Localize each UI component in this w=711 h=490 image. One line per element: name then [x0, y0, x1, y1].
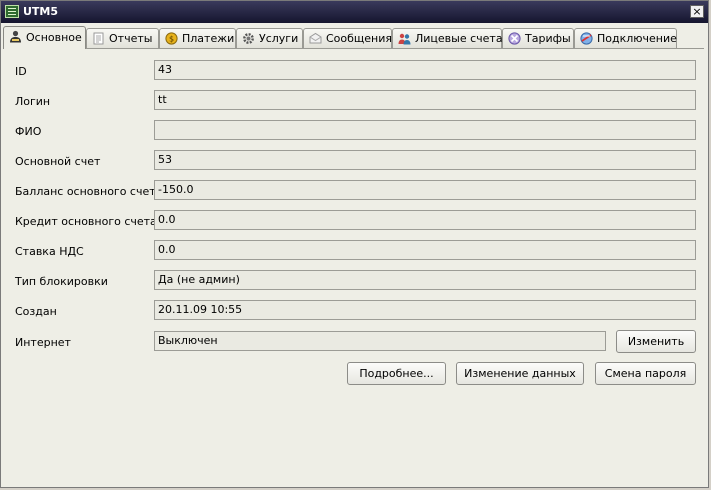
change-password-button[interactable]: Смена пароля [595, 362, 696, 385]
tariff-icon [508, 32, 521, 45]
connection-icon [580, 32, 593, 45]
user-icon [10, 30, 21, 43]
utm5-window: UTM5 × Основное Отчеты $ Платежи Услуги … [0, 0, 709, 488]
utm5-app-icon [5, 5, 19, 18]
tab-services[interactable]: Услуги [236, 28, 303, 48]
balance-field[interactable]: -150.0 [154, 180, 696, 200]
label-main-account: Основной счет [15, 155, 101, 168]
title-bar[interactable]: UTM5 × [1, 1, 708, 23]
svg-text:$: $ [169, 35, 174, 44]
tab-connection[interactable]: Подключение [574, 28, 677, 48]
label-internet: Интернет [15, 336, 71, 349]
label-vat-rate: Ставка НДС [15, 245, 84, 258]
fullname-field[interactable] [154, 120, 696, 140]
label-id: ID [15, 65, 27, 78]
credit-field[interactable]: 0.0 [154, 210, 696, 230]
tab-label: Лицевые счета [415, 32, 503, 45]
vat-rate-field[interactable]: 0.0 [154, 240, 696, 260]
tab-label: Сообщения [326, 32, 393, 45]
tab-basic[interactable]: Основное [3, 26, 86, 49]
block-type-field[interactable]: Да (не админ) [154, 270, 696, 290]
window-title: UTM5 [23, 5, 59, 18]
tab-panel-basic [4, 48, 704, 485]
change-button[interactable]: Изменить [616, 330, 696, 353]
tab-tariffs[interactable]: Тарифы [502, 28, 574, 48]
close-button[interactable]: × [690, 5, 704, 18]
label-fullname: ФИО [15, 125, 42, 138]
id-field[interactable]: 43 [154, 60, 696, 80]
login-field[interactable]: tt [154, 90, 696, 110]
label-created: Создан [15, 305, 57, 318]
gear-icon [243, 33, 254, 44]
label-login: Логин [15, 95, 51, 108]
coin-icon: $ [165, 32, 178, 45]
edit-data-button[interactable]: Изменение данных [456, 362, 584, 385]
created-field[interactable]: 20.11.09 10:55 [154, 300, 696, 320]
envelope-icon [309, 32, 322, 44]
tab-reports[interactable]: Отчеты [86, 28, 159, 48]
label-credit: Кредит основного счета [15, 215, 157, 228]
report-icon [93, 32, 104, 45]
tab-label: Основное [26, 31, 82, 44]
tab-label: Отчеты [109, 32, 153, 45]
label-balance: Балланс основного счета [15, 185, 163, 198]
tab-label: Платежи [182, 32, 235, 45]
tab-accounts[interactable]: Лицевые счета [392, 28, 503, 48]
tab-payments[interactable]: $ Платежи [159, 28, 236, 48]
tab-label: Подключение [597, 32, 677, 45]
more-details-button[interactable]: Подробнее... [347, 362, 446, 385]
users-icon [398, 33, 411, 45]
internet-field[interactable]: Выключен [154, 331, 606, 351]
tab-label: Тарифы [525, 32, 571, 45]
tab-label: Услуги [259, 32, 299, 45]
tab-messages[interactable]: Сообщения [303, 28, 392, 48]
label-block-type: Тип блокировки [15, 275, 108, 288]
main-account-field[interactable]: 53 [154, 150, 696, 170]
